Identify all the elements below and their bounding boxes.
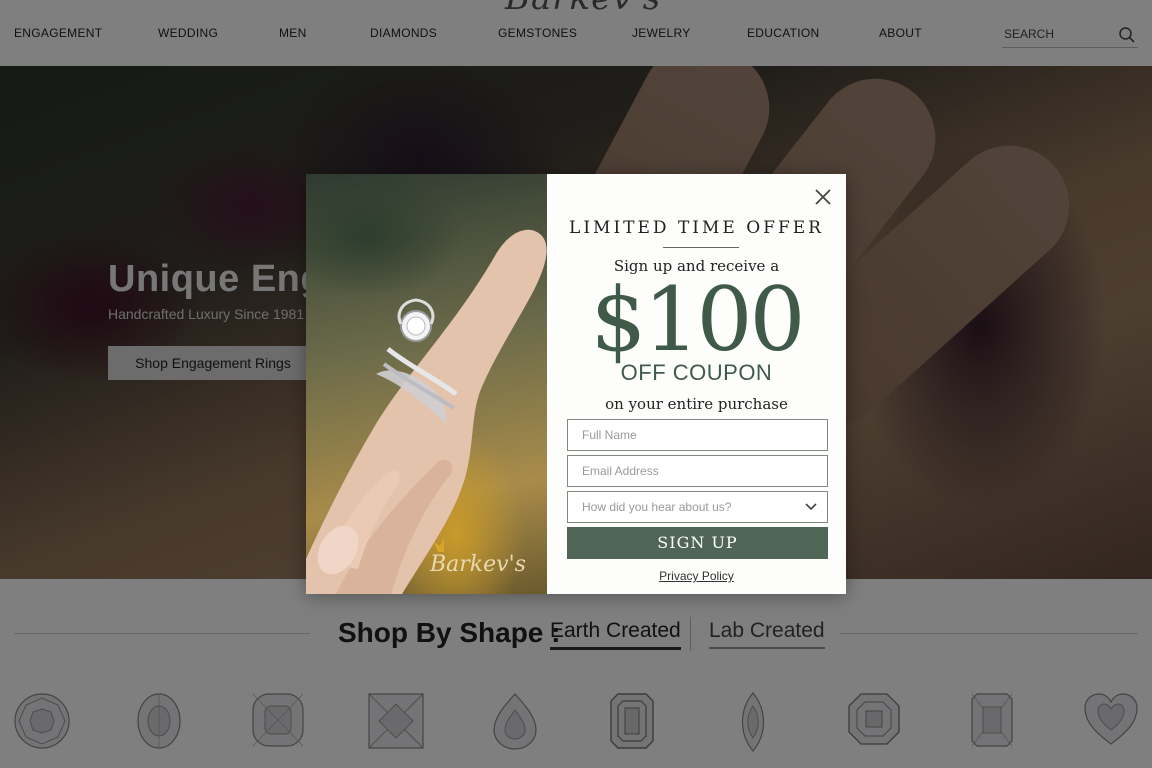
- full-name-field[interactable]: [567, 419, 828, 451]
- offer-amount: $100: [590, 268, 806, 371]
- referral-source-select[interactable]: How did you hear about us?: [567, 491, 828, 523]
- offer-coupon-label: OFF COUPON: [620, 360, 773, 385]
- privacy-policy-link[interactable]: Privacy Policy: [547, 569, 846, 583]
- popup-photo-logo: Barkev's: [430, 552, 526, 577]
- referral-source-placeholder: How did you hear about us?: [582, 500, 732, 514]
- hand-with-ring-illustration: [306, 229, 547, 594]
- coupon-popup: Barkev's LIMITED TIME OFFER Sign up and …: [306, 174, 846, 594]
- divider: [663, 247, 739, 248]
- sign-up-button[interactable]: SIGN UP: [567, 527, 828, 559]
- popup-form-panel: LIMITED TIME OFFER Sign up and receive a…: [547, 174, 846, 594]
- chevron-down-icon: [805, 503, 817, 511]
- offer-terms: on your entire purchase: [605, 395, 788, 413]
- email-field[interactable]: [567, 455, 828, 487]
- offer-headline: LIMITED TIME OFFER: [569, 218, 824, 238]
- close-icon[interactable]: [812, 186, 834, 208]
- popup-ring-photo: Barkev's: [306, 174, 547, 594]
